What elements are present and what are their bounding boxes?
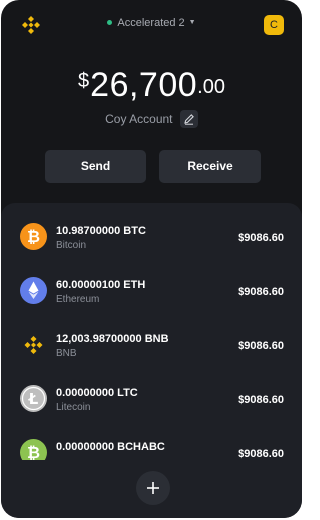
status-dot-icon	[107, 19, 113, 25]
bitcoin-icon: ₿	[20, 223, 47, 250]
asset-amount: 12,003.98700000 BNB	[56, 333, 169, 345]
balance-whole: 26,700	[90, 66, 198, 104]
asset-name: Litecoin	[56, 402, 91, 413]
send-button[interactable]: Send	[45, 150, 146, 183]
asset-panel: ₿ 10.98700000 BTC Bitcoin $9086.60 60.00…	[1, 203, 302, 518]
receive-button[interactable]: Receive	[159, 150, 261, 183]
asset-amount: 60.00000100 ETH	[56, 279, 146, 291]
account-row: Coy Account	[1, 110, 302, 129]
litecoin-icon: Ł	[20, 385, 47, 412]
ethereum-icon	[20, 277, 47, 304]
add-asset-button[interactable]	[136, 471, 170, 505]
asset-value: $9086.60	[238, 394, 284, 406]
network-selector[interactable]: Accelerated 2 ▼	[1, 17, 302, 29]
asset-name: Bitcoin	[56, 240, 87, 251]
svg-text:Ł: Ł	[28, 390, 39, 408]
plus-icon	[147, 482, 159, 494]
asset-list[interactable]: ₿ 10.98700000 BTC Bitcoin $9086.60 60.00…	[1, 203, 302, 460]
asset-value: $9086.60	[238, 286, 284, 298]
balance-fraction: .00	[197, 76, 225, 98]
asset-name: Ethereum	[56, 294, 100, 305]
asset-row-bnb[interactable]: 12,003.98700000 BNB BNB $9086.60	[1, 311, 302, 365]
caret-down-icon: ▼	[188, 18, 196, 26]
wallet-screen: Accelerated 2 ▼ C $26,700.00 Coy Account …	[1, 0, 302, 518]
asset-row-ltc[interactable]: Ł 0.00000000 LTC Litecoin $9086.60	[1, 365, 302, 419]
asset-value: $9086.60	[238, 448, 284, 460]
asset-row-bchabc[interactable]: ₿ 0.00000000 BCHABC $9086.60	[1, 419, 302, 460]
asset-row-btc[interactable]: ₿ 10.98700000 BTC Bitcoin $9086.60	[1, 203, 302, 257]
balance-currency: $	[78, 70, 90, 92]
total-balance: $26,700.00	[1, 66, 302, 105]
asset-amount: 10.98700000 BTC	[56, 225, 146, 237]
bnb-icon	[20, 331, 47, 358]
asset-amount: 0.00000000 LTC	[56, 387, 138, 399]
pencil-icon[interactable]	[179, 110, 198, 128]
asset-amount: 0.00000000 BCHABC	[56, 441, 165, 453]
svg-text:₿: ₿	[27, 227, 40, 246]
asset-name: BNB	[56, 348, 77, 359]
account-avatar[interactable]: C	[264, 15, 284, 35]
bitcoin-cash-icon: ₿	[20, 439, 47, 460]
asset-value: $9086.60	[238, 340, 284, 352]
asset-row-eth[interactable]: 60.00000100 ETH Ethereum $9086.60	[1, 257, 302, 311]
asset-value: $9086.60	[238, 232, 284, 244]
account-name: Coy Account	[105, 112, 173, 127]
network-label: Accelerated 2	[117, 17, 185, 29]
svg-text:₿: ₿	[27, 443, 40, 460]
